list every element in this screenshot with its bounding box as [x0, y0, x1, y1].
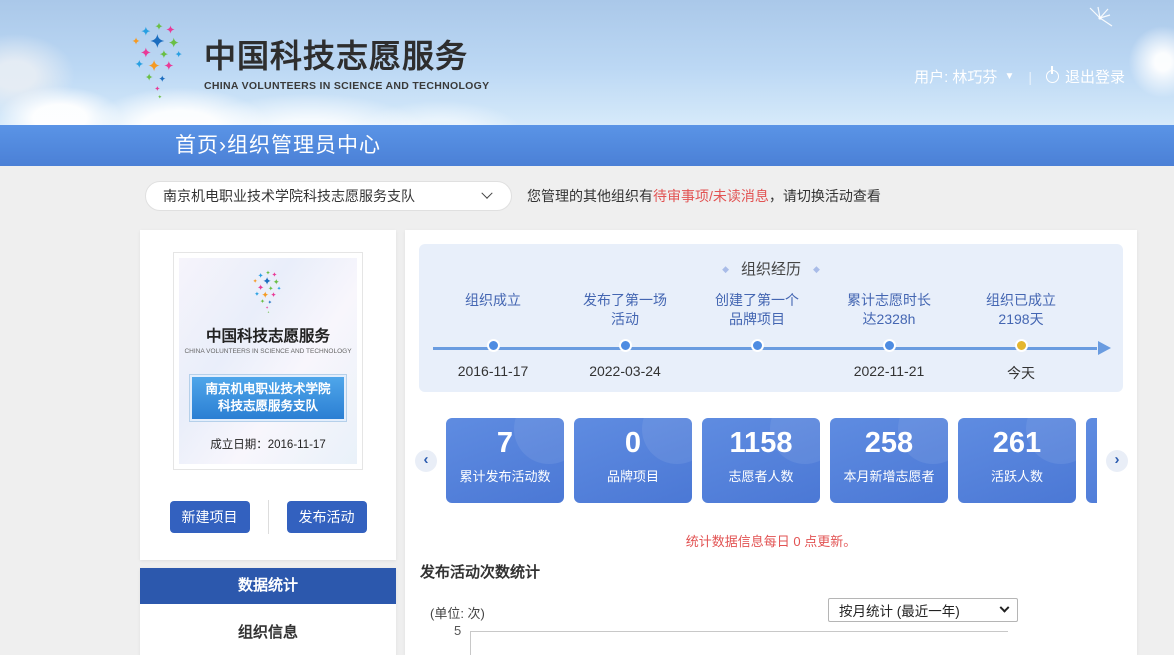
- power-icon: [1046, 70, 1059, 83]
- user-area: 用户: 林巧芬 ▼ | 退出登录: [914, 66, 1125, 87]
- chart-range-value: 按月统计 (最近一年): [839, 600, 960, 620]
- site-logo: 中国科技志愿服务 CHINA VOLUNTEERS IN SCIENCE AND…: [126, 18, 489, 105]
- stat-value: 0: [574, 427, 692, 460]
- sidebar-nav: 数据统计 组织信息: [140, 568, 396, 655]
- stat-label: 本月新增志愿者: [830, 466, 948, 485]
- page: 中国科技志愿服务 CHINA VOLUNTEERS IN SCIENCE AND…: [0, 0, 1174, 655]
- org-poster: 中国科技志愿服务 CHINA VOLUNTEERS IN SCIENCE AND…: [173, 252, 363, 470]
- button-divider: [268, 500, 269, 534]
- update-notice: 统计数据信息每日 0 点更新。: [405, 531, 1137, 550]
- timeline-labels: 组织成立 发布了第一场活动 创建了第一个品牌项目 累计志愿时长达2328h 组织…: [419, 291, 1123, 329]
- stats-carousel: ‹ 7 累计发布活动数 0 品牌项目 1158 志愿者人数: [415, 418, 1137, 503]
- caret-down-icon: ▼: [1004, 71, 1014, 82]
- milestone-dot: [487, 339, 500, 352]
- poster-logo-icon: [249, 268, 287, 319]
- org-name-line2: 科技志愿服务支队: [194, 398, 342, 415]
- stat-value: 1158: [702, 427, 820, 460]
- timeline-dots: [419, 339, 1123, 357]
- chart-header: (单位: 次) 按月统计 (最近一年): [430, 598, 1018, 622]
- milestone-label: 组织已成立2198天: [955, 291, 1087, 329]
- chart-plot-area: 5: [470, 631, 1008, 655]
- sidebar-item-org-info[interactable]: 组织信息: [140, 615, 396, 651]
- chevron-left-icon: ‹: [424, 451, 429, 468]
- org-name-line1: 南京机电职业技术学院: [194, 381, 342, 398]
- notice-highlight: 待审事项/未读消息: [653, 188, 769, 204]
- logo-subtitle: CHINA VOLUNTEERS IN SCIENCE AND TECHNOLO…: [204, 80, 489, 92]
- timeline-title: ◆ 组织经历 ◆: [419, 244, 1123, 279]
- milestone-label: 发布了第一场活动: [559, 291, 691, 329]
- sidebar-item-data-stats[interactable]: 数据统计: [140, 568, 396, 604]
- publish-activity-button[interactable]: 发布活动: [287, 501, 367, 533]
- chart-section-title: 发布活动次数统计: [420, 561, 1137, 582]
- milestone-dot: [751, 339, 764, 352]
- timeline-track: [419, 339, 1123, 357]
- diamond-icon: ◆: [722, 264, 729, 274]
- notice-suffix: ，请切换活动查看: [769, 188, 881, 204]
- stat-value: 258: [830, 427, 948, 460]
- stat-label: 活跃人数: [958, 466, 1076, 485]
- milestone-label: 组织成立: [427, 291, 559, 329]
- milestone-date: [691, 363, 823, 383]
- milestone-label: 创建了第一个品牌项目: [691, 291, 823, 329]
- logo-icon: [126, 18, 192, 105]
- poster-subtitle: CHINA VOLUNTEERS IN SCIENCE AND TECHNOLO…: [184, 348, 351, 355]
- timeline-dates: 2016-11-17 2022-03-24 2022-11-21 今天: [419, 363, 1123, 383]
- y-axis-tick: 5: [454, 623, 461, 638]
- breadcrumb-bar: 首页›组织管理员中心: [0, 125, 1174, 166]
- user-label: 用户: 林巧芬: [914, 66, 997, 87]
- logout-label: 退出登录: [1065, 66, 1125, 87]
- chevron-down-icon: [1000, 602, 1010, 612]
- action-buttons: 新建项目 发布活动: [140, 500, 396, 534]
- milestone-date: 今天: [955, 363, 1087, 383]
- stat-card: 258 本月新增志愿者: [830, 418, 948, 503]
- chart-range-select[interactable]: 按月统计 (最近一年): [828, 598, 1018, 622]
- stat-label: 累计发布活动数: [446, 466, 564, 485]
- site-header: 中国科技志愿服务 CHINA VOLUNTEERS IN SCIENCE AND…: [0, 0, 1174, 125]
- chart-unit-label: (单位: 次): [430, 603, 485, 622]
- stat-card-partial: [1086, 418, 1097, 503]
- diamond-icon: ◆: [813, 264, 820, 274]
- founded-date: 成立日期：2016-11-17: [210, 436, 325, 452]
- user-menu-button[interactable]: 用户: 林巧芬 ▼: [914, 66, 1014, 87]
- timeline-title-text: 组织经历: [741, 261, 801, 278]
- logout-button[interactable]: 退出登录: [1046, 66, 1125, 87]
- milestone-date: 2022-03-24: [559, 363, 691, 383]
- header-divider: |: [1028, 69, 1032, 85]
- stat-card: 1158 志愿者人数: [702, 418, 820, 503]
- new-project-button[interactable]: 新建项目: [170, 501, 250, 533]
- stat-value: 7: [446, 427, 564, 460]
- milestone-date: 2016-11-17: [427, 363, 559, 383]
- profile-card: 中国科技志愿服务 CHINA VOLUNTEERS IN SCIENCE AND…: [140, 230, 396, 560]
- stat-card: 261 活跃人数: [958, 418, 1076, 503]
- milestone-dot-today: [1015, 339, 1028, 352]
- milestone-dot: [619, 339, 632, 352]
- stat-value: 261: [958, 427, 1076, 460]
- stat-cards: 7 累计发布活动数 0 品牌项目 1158 志愿者人数 258 本月新增志愿者: [446, 418, 1097, 503]
- org-select-value: 南京机电职业技术学院科技志愿服务支队: [163, 186, 415, 206]
- org-name-banner: 南京机电职业技术学院 科技志愿服务支队: [192, 377, 344, 419]
- breadcrumb[interactable]: 首页›组织管理员中心: [175, 134, 381, 157]
- chevron-down-icon: [481, 188, 492, 199]
- carousel-next-button[interactable]: ›: [1106, 450, 1128, 472]
- milestone-date: 2022-11-21: [823, 363, 955, 383]
- notice-prefix: 您管理的其他组织有: [527, 188, 653, 204]
- main-panel: ◆ 组织经历 ◆ 组织成立 发布了第一场活动 创建了第一个品牌项目 累计志愿时长达2…: [405, 230, 1137, 655]
- milestone-label: 累计志愿时长达2328h: [823, 291, 955, 329]
- stat-label: 品牌项目: [574, 466, 692, 485]
- poster-title: 中国科技志愿服务: [206, 324, 330, 346]
- org-select[interactable]: 南京机电职业技术学院科技志愿服务支队: [145, 181, 512, 211]
- carousel-prev-button[interactable]: ‹: [415, 450, 437, 472]
- stat-card: 7 累计发布活动数: [446, 418, 564, 503]
- chevron-right-icon: ›: [1115, 451, 1120, 468]
- milestone-dot: [883, 339, 896, 352]
- dandelion-seed-icon: [1082, 6, 1122, 45]
- logo-title: 中国科技志愿服务: [204, 31, 489, 77]
- timeline-panel: ◆ 组织经历 ◆ 组织成立 发布了第一场活动 创建了第一个品牌项目 累计志愿时长达2…: [419, 244, 1123, 392]
- stat-label: 志愿者人数: [702, 466, 820, 485]
- org-notice: 您管理的其他组织有待审事项/未读消息，请切换活动查看: [527, 186, 881, 206]
- stat-card: 0 品牌项目: [574, 418, 692, 503]
- sidebar: 中国科技志愿服务 CHINA VOLUNTEERS IN SCIENCE AND…: [140, 230, 396, 655]
- toolbar: 南京机电职业技术学院科技志愿服务支队 您管理的其他组织有待审事项/未读消息，请切…: [145, 181, 1174, 211]
